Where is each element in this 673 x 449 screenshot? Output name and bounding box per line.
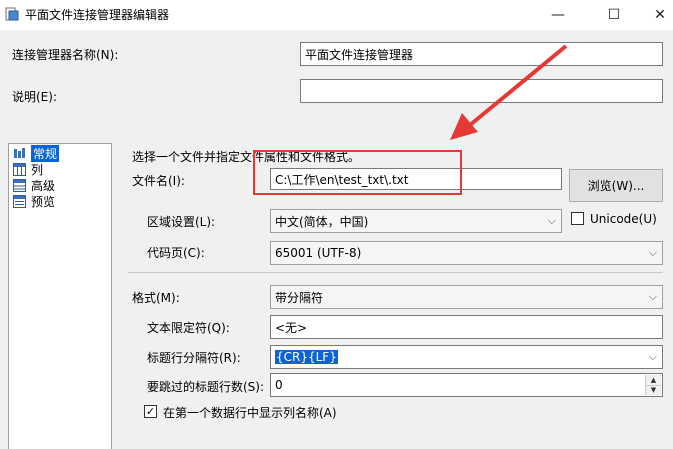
header-skip-value: 0 [275,378,283,392]
window-title: 平面文件连接管理器编辑器 [25,8,170,22]
format-value: 带分隔符 [275,290,324,305]
chevron-down-icon: ⌵ [547,214,556,227]
header-delimiter-value: {CR}{LF} [275,350,338,364]
chevron-down-icon: ⌵ [648,350,657,363]
header-delimiter-select[interactable]: {CR}{LF} ⌵ [270,345,663,369]
codepage-value: 65001 (UTF-8) [275,246,362,260]
advanced-icon [13,178,26,192]
nav-item-columns-label: 列 [31,162,44,177]
nav-item-general-label: 常规 [31,144,60,162]
codepage-select[interactable]: 65001 (UTF-8) ⌵ [270,241,663,265]
spin-buttons[interactable]: ▲ ▼ [645,375,661,395]
format-label: 格式(M): [132,291,180,305]
minimize-button[interactable]: — [535,0,581,30]
first-row-names-label: 在第一个数据行中显示列名称(A) [163,406,337,420]
section-divider [128,272,663,273]
locale-select[interactable]: 中文(简体，中国) ⌵ [270,209,562,233]
general-icon [14,147,25,158]
preview-icon [13,194,26,208]
browse-button-label: 浏览(W)... [587,179,645,193]
nav-item-preview-label: 预览 [31,194,56,209]
nav-item-advanced-label: 高级 [31,178,56,193]
header-skip-stepper[interactable]: 0 ▲ ▼ [270,373,663,397]
checkmark-icon: ✓ [145,405,156,418]
maximize-icon: ☐ [607,7,621,23]
app-icon [5,7,19,21]
header-skip-label: 要跳过的标题行数(S): [147,380,265,394]
spin-up-icon[interactable]: ▲ [646,375,661,386]
spin-down-icon[interactable]: ▼ [646,385,661,395]
instruction-text: 选择一个文件并指定文件属性和文件格式。 [132,150,361,164]
nav-item-general[interactable]: 常规 [13,144,60,162]
manager-name-value: 平面文件连接管理器 [305,47,414,62]
chevron-down-icon: ⌵ [648,290,657,303]
nav-item-columns[interactable]: 列 [13,161,43,177]
close-icon: ✕ [654,7,666,23]
nav-item-advanced[interactable]: 高级 [13,177,55,193]
locale-value: 中文(简体，中国) [275,214,369,229]
minimize-icon: — [551,7,565,23]
description-input[interactable] [300,79,663,103]
unicode-checkbox[interactable] [571,212,584,225]
manager-name-label: 连接管理器名称(N): [12,48,119,62]
text-qualifier-label: 文本限定符(Q): [147,321,230,335]
close-button[interactable]: ✕ [637,0,673,30]
text-qualifier-input[interactable]: <无> [270,315,663,339]
filename-value: C:\工作\en\test_txt\.txt [275,172,409,187]
maximize-button[interactable]: ☐ [591,0,637,30]
page-navigation: 常规 列 高级 预览 [8,143,112,449]
nav-item-preview[interactable]: 预览 [13,193,55,209]
description-label: 说明(E): [12,90,57,104]
filename-input[interactable]: C:\工作\en\test_txt\.txt [270,168,562,190]
title-bar: 平面文件连接管理器编辑器 — ☐ ✕ [0,0,673,30]
format-select[interactable]: 带分隔符 ⌵ [270,285,663,309]
codepage-label: 代码页(C): [147,246,205,260]
annotation-arrow-head [450,113,478,140]
browse-button[interactable]: 浏览(W)... [569,169,663,202]
unicode-label: Unicode(U) [590,212,657,226]
chevron-down-icon: ⌵ [648,246,657,259]
columns-icon [13,162,26,176]
filename-label: 文件名(I): [132,174,185,188]
manager-name-input[interactable]: 平面文件连接管理器 [300,42,663,66]
header-delimiter-label: 标题行分隔符(R): [147,351,241,365]
first-row-names-checkbox[interactable]: ✓ [144,405,157,418]
text-qualifier-value: <无> [275,320,308,335]
locale-label: 区域设置(L): [147,215,216,229]
